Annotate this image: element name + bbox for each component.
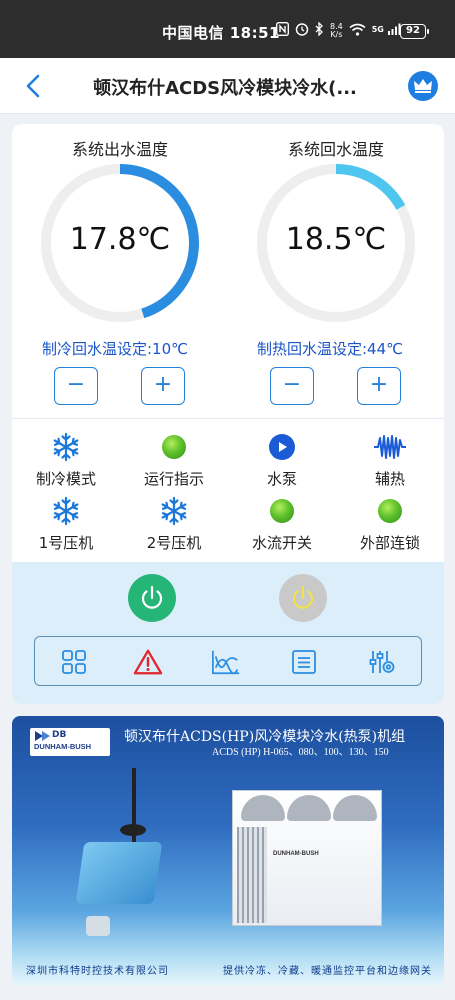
power-icon <box>292 585 314 609</box>
product-banner[interactable]: DB DUNHAM-BUSH 顿汉布什ACDS(HP)风冷模块冷水(热泵)机组 … <box>12 716 444 986</box>
chiller-unit-image: DUNHAM-BUSH <box>232 790 382 926</box>
menu-grid-button[interactable] <box>59 647 89 677</box>
data-speed-icon: 8.4 K/s <box>330 22 343 39</box>
divider <box>12 418 444 419</box>
heater-wave-icon <box>374 435 406 459</box>
indicator-run: 运行指示 <box>124 432 224 489</box>
unit-label: DUNHAM-BUSH <box>273 851 319 857</box>
list-button[interactable] <box>289 647 319 677</box>
pump-play-icon <box>269 434 295 460</box>
green-led-icon <box>378 499 402 523</box>
return-temp-value: 18.5℃ <box>285 222 387 257</box>
green-led-icon <box>162 435 186 459</box>
fan-icon <box>287 795 331 821</box>
indicator-water-pump: 水泵 <box>232 432 332 489</box>
status-icons: 8.4 K/s 5G <box>275 21 401 39</box>
alarm-icon <box>295 22 309 39</box>
control-panel <box>12 562 444 704</box>
snowflake-icon <box>161 496 187 526</box>
fan-icon <box>333 795 377 821</box>
5g-signal-icon: 5G <box>372 23 401 38</box>
cooling-increase-button[interactable]: + <box>141 367 185 405</box>
indicator-aux-heat: 辅热 <box>340 432 440 489</box>
banner-company: 深圳市科特时控技术有限公司 <box>26 966 169 977</box>
status-bar: 中国电信 18:51 8.4 K/s 5G 92 <box>0 0 455 58</box>
carrier-time: 中国电信 18:51 <box>162 24 280 42</box>
dunham-bush-logo: DB DUNHAM-BUSH <box>30 728 110 756</box>
wifi-icon <box>349 23 366 39</box>
indicator-compressor-2: 2号压机 <box>124 496 224 553</box>
indicator-label: 制冷模式 <box>35 470 96 488</box>
indicator-label: 水流开关 <box>251 534 312 552</box>
settings-sliders-icon <box>369 651 395 673</box>
indicator-label: 辅热 <box>374 470 405 488</box>
indicator-flow-switch: 水流开关 <box>232 496 332 553</box>
db-mark-icon <box>35 731 50 741</box>
bluetooth-icon <box>315 21 324 39</box>
logo-name-text: DUNHAM-BUSH <box>34 742 92 751</box>
indicator-external-interlock: 外部连锁 <box>340 496 440 553</box>
outlet-temp-value: 17.8℃ <box>69 222 171 257</box>
unit-grille <box>237 827 267 923</box>
banner-slogan: 提供冷冻、冷藏、暖通监控平台和边缘网关 <box>223 966 432 977</box>
banner-footer: 深圳市科特时控技术有限公司 提供冷冻、冷藏、暖通监控平台和边缘网关 <box>26 962 432 977</box>
cooling-decrease-button[interactable]: − <box>54 367 98 405</box>
logo-db-text: DB <box>52 730 67 740</box>
indicator-cooling-mode: 制冷模式 <box>16 432 116 489</box>
alarm-button[interactable] <box>133 647 163 677</box>
banner-subtitle: ACDS (HP) H-065、080、100、130、150 <box>212 747 389 758</box>
battery-indicator: 92 <box>400 24 429 39</box>
vip-crown-button[interactable] <box>408 71 438 101</box>
heating-setpoint-label: 制热回水温设定:44℃ <box>257 340 403 358</box>
data-speed-unit: K/s <box>330 29 343 39</box>
gateway-device-image <box>75 842 163 904</box>
outlet-temp-title: 系统出水温度 <box>71 140 168 159</box>
nfc-icon <box>275 21 290 39</box>
power-on-button[interactable] <box>128 574 176 622</box>
indicator-compressor-1: 1号压机 <box>16 496 116 553</box>
power-off-button[interactable] <box>279 574 327 622</box>
crown-icon <box>414 79 432 93</box>
heating-decrease-button[interactable]: − <box>270 367 314 405</box>
signal-label: 5G <box>371 25 384 34</box>
trend-chart-button[interactable] <box>211 647 241 677</box>
power-icon <box>141 585 163 609</box>
indicator-label: 外部连锁 <box>359 534 420 552</box>
trend-chart-icon <box>212 650 240 675</box>
settings-button[interactable] <box>367 647 397 677</box>
device-status-card: 系统出水温度 17.8℃ 系统回水温度 18.5℃ 制冷回水温设定:10℃ 制热… <box>12 124 444 704</box>
back-button[interactable] <box>20 72 48 100</box>
indicator-label: 水泵 <box>266 470 297 488</box>
snowflake-icon <box>53 496 79 526</box>
alarm-warning-icon <box>133 649 163 675</box>
cable-image <box>86 916 110 936</box>
return-temp-title: 系统回水温度 <box>287 140 384 159</box>
green-led-icon <box>270 499 294 523</box>
grid-icon <box>62 650 86 674</box>
page-title: 顿汉布什ACDS风冷模块冷水(... <box>93 78 357 99</box>
heating-increase-button[interactable]: + <box>357 367 401 405</box>
app-header: 顿汉布什ACDS风冷模块冷水(... <box>0 58 455 114</box>
indicator-label: 2号压机 <box>146 534 202 552</box>
snowflake-icon <box>53 432 79 462</box>
antenna-base-image <box>120 824 146 836</box>
indicator-label: 运行指示 <box>143 470 204 488</box>
indicator-label: 1号压机 <box>38 534 94 552</box>
cooling-setpoint-label: 制冷回水温设定:10℃ <box>42 340 188 358</box>
fan-icon <box>241 795 285 821</box>
function-toolbar <box>34 636 422 686</box>
list-icon <box>292 650 316 674</box>
chevron-left-icon <box>26 74 40 98</box>
